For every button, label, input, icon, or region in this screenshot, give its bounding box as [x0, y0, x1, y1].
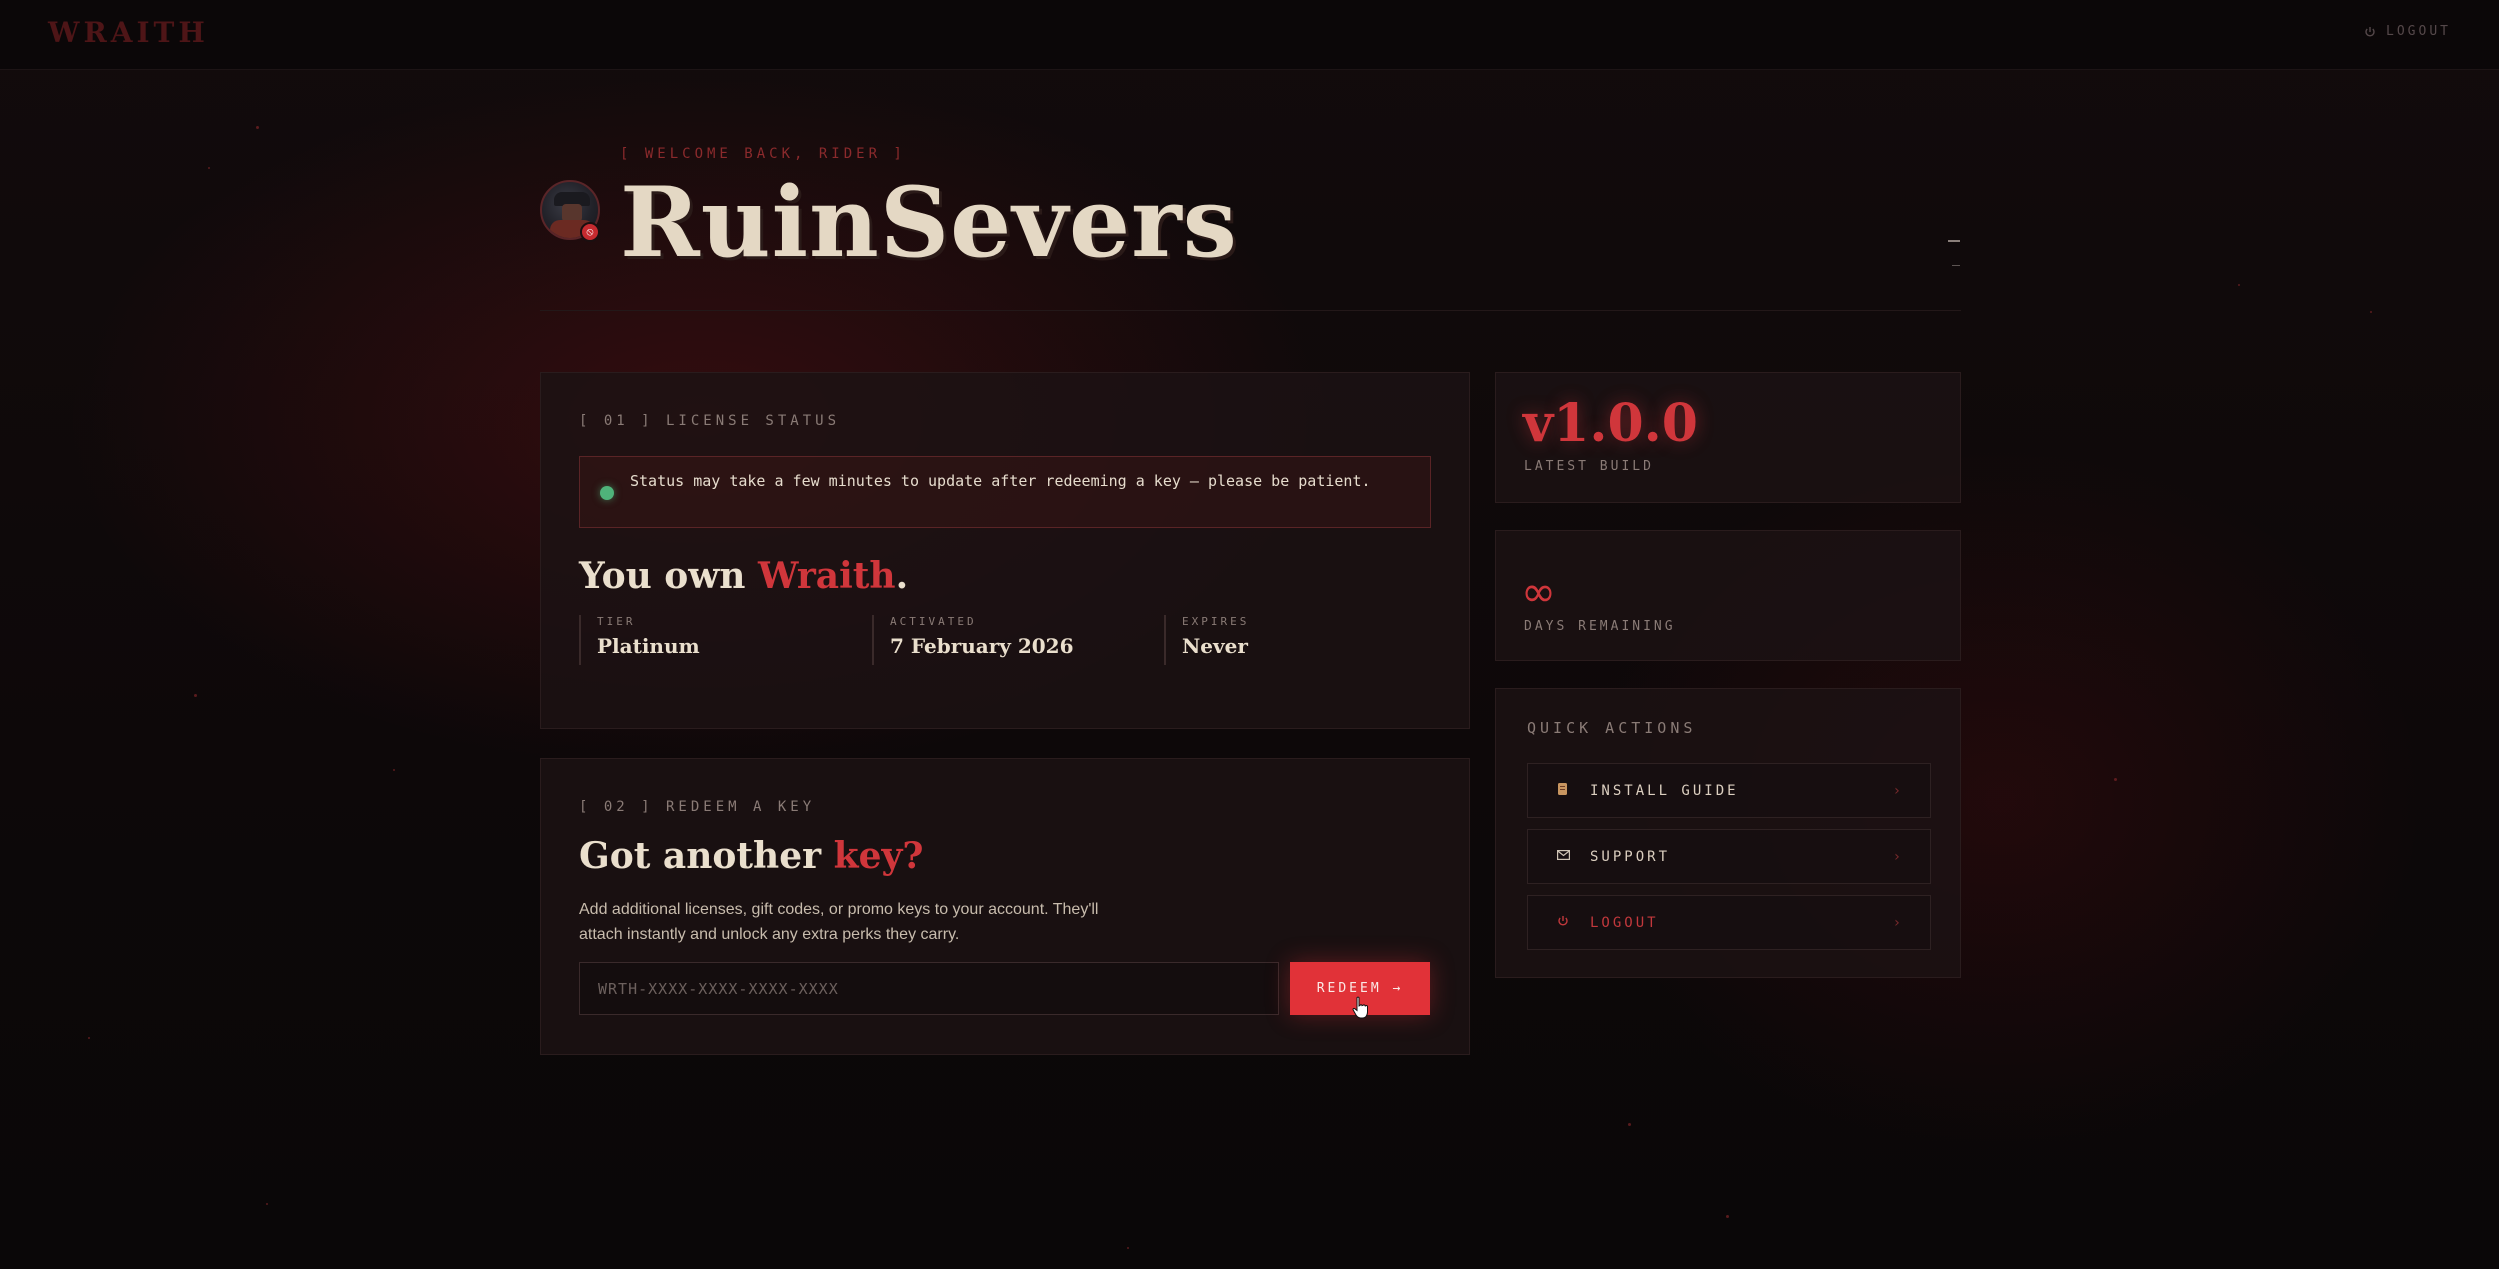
logout-button[interactable]: LOGOUT ›: [1527, 895, 1931, 950]
top-logout-label: LOGOUT: [2386, 24, 2451, 39]
infinity-icon: ∞: [1521, 567, 1556, 616]
days-remaining-card: ∞ DAYS REMAINING: [1495, 530, 1961, 661]
status-notice-text: Status may take a few minutes to update …: [630, 472, 1371, 490]
decorative-dash: [1948, 240, 1960, 242]
brand-logo[interactable]: WRAITH: [48, 16, 209, 49]
status-notice: Status may take a few minutes to update …: [579, 456, 1431, 528]
license-status-card: [ 01 ] LICENSE STATUS Status may take a …: [540, 372, 1470, 729]
quick-actions-card: QUICK ACTIONS INSTALL GUIDE › SUPPORT › …: [1495, 688, 1961, 978]
redeem-title: Got another key?: [579, 835, 924, 877]
ownership-title: You own Wraith.: [579, 555, 909, 597]
welcome-label: [ WELCOME BACK, RIDER ]: [620, 146, 906, 162]
particle: [194, 694, 197, 697]
particle: [2370, 311, 2372, 313]
no-sign-icon: ⦸: [580, 222, 600, 242]
power-icon: [2365, 26, 2375, 37]
stat-expires: EXPIRES Never: [1164, 615, 1249, 665]
particle: [2238, 284, 2240, 286]
install-guide-button[interactable]: INSTALL GUIDE ›: [1527, 763, 1931, 818]
section-label: [ 01 ] LICENSE STATUS: [579, 413, 841, 429]
particle: [256, 126, 259, 129]
scroll-icon: [1552, 782, 1574, 800]
days-label: DAYS REMAINING: [1524, 619, 1676, 634]
version-label: LATEST BUILD: [1524, 459, 1654, 474]
particle: [88, 1037, 90, 1039]
product-name: Wraith: [758, 555, 896, 597]
top-bar: WRAITH LOGOUT: [0, 0, 2499, 70]
section-label: [ 02 ] REDEEM A KEY: [579, 799, 816, 815]
version-number: v1.0.0: [1523, 393, 1698, 454]
page-title: RuinSevers: [620, 166, 1238, 279]
chevron-right-icon: ›: [1892, 914, 1904, 931]
hand-cursor-icon: [1352, 996, 1368, 1019]
quick-actions-title: QUICK ACTIONS: [1527, 719, 1697, 737]
envelope-icon: [1552, 849, 1574, 864]
particle: [1127, 1247, 1129, 1249]
particle: [2114, 778, 2117, 781]
version-card: v1.0.0 LATEST BUILD: [1495, 372, 1961, 503]
particle: [208, 167, 210, 169]
support-button[interactable]: SUPPORT ›: [1527, 829, 1931, 884]
particle: [393, 769, 395, 771]
particle: [1726, 1215, 1729, 1218]
decorative-dash: [1952, 265, 1960, 266]
key-input[interactable]: [579, 962, 1279, 1015]
stat-tier: TIER Platinum: [579, 615, 700, 665]
chevron-right-icon: ›: [1892, 848, 1904, 865]
redeem-key-card: [ 02 ] REDEEM A KEY Got another key? Add…: [540, 758, 1470, 1055]
particle: [266, 1203, 268, 1205]
power-icon: [1552, 915, 1574, 931]
header-divider: [540, 310, 1961, 311]
redeem-description: Add additional licenses, gift codes, or …: [579, 901, 1099, 943]
particle: [1628, 1123, 1631, 1126]
chevron-right-icon: ›: [1892, 782, 1904, 799]
status-dot-icon: [600, 486, 614, 500]
stat-activated: ACTIVATED 7 February 2026: [872, 615, 1074, 665]
top-logout-button[interactable]: LOGOUT: [2364, 24, 2451, 39]
